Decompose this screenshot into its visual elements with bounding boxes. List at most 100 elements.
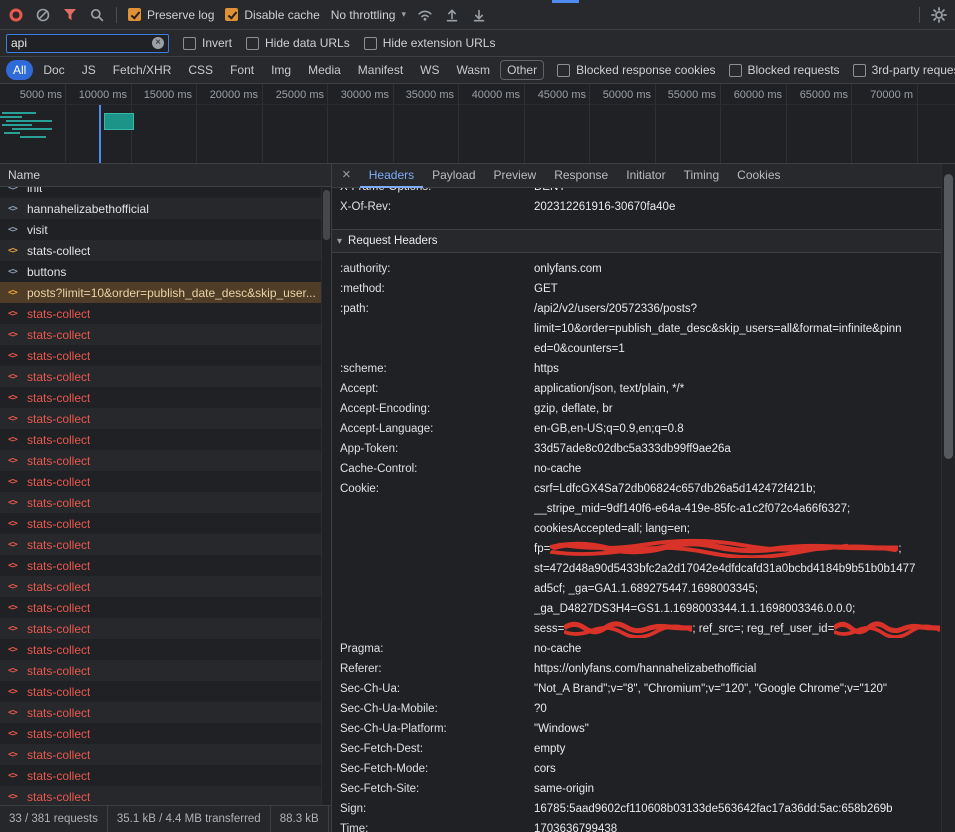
- tab-timing[interactable]: Timing: [675, 164, 729, 188]
- blocked-requests-checkbox[interactable]: Blocked requests: [729, 63, 840, 77]
- request-row[interactable]: <>visit: [0, 219, 331, 240]
- request-row[interactable]: <>stats-collect: [0, 471, 331, 492]
- scrollbar-thumb[interactable]: [323, 190, 330, 240]
- request-row[interactable]: <>stats-collect: [0, 618, 331, 639]
- network-main-area: Name <>init <>hannahelizabethofficial <>…: [0, 164, 955, 832]
- filter-icon[interactable]: [62, 7, 78, 23]
- type-filter-font[interactable]: Font: [223, 60, 261, 80]
- gear-icon[interactable]: [931, 7, 947, 23]
- request-row-selected[interactable]: <>posts?limit=10&order=publish_date_desc…: [0, 282, 331, 303]
- clear-network-log-icon[interactable]: [35, 7, 51, 23]
- type-filter-fetch-xhr[interactable]: Fetch/XHR: [106, 60, 179, 80]
- request-row[interactable]: <>hannahelizabethofficial: [0, 198, 331, 219]
- export-har-icon[interactable]: [471, 7, 487, 23]
- request-row[interactable]: <>stats-collect: [0, 366, 331, 387]
- record-icon[interactable]: [8, 7, 24, 23]
- request-row[interactable]: <>stats-collect: [0, 723, 331, 744]
- type-filter-manifest[interactable]: Manifest: [351, 60, 410, 80]
- invert-checkbox[interactable]: Invert: [183, 36, 232, 50]
- blocked-response-cookies-checkbox[interactable]: Blocked response cookies: [557, 63, 715, 77]
- request-row[interactable]: <>stats-collect: [0, 702, 331, 723]
- devtools-active-tab-indicator: [552, 0, 579, 3]
- header-name: Referer:: [332, 659, 534, 679]
- type-filter-wasm[interactable]: Wasm: [450, 60, 498, 80]
- network-filter-input[interactable]: api ×: [6, 34, 169, 53]
- request-row[interactable]: <>stats-collect: [0, 387, 331, 408]
- tab-cookies[interactable]: Cookies: [728, 164, 789, 188]
- disable-cache-label: Disable cache: [244, 8, 319, 22]
- request-row[interactable]: <>buttons: [0, 261, 331, 282]
- blocked-response-cookies-label: Blocked response cookies: [576, 63, 715, 77]
- header-name: Sec-Ch-Ua-Platform:: [332, 719, 534, 739]
- chevron-down-icon: ▾: [401, 9, 406, 20]
- header-name: Sign:: [332, 799, 534, 819]
- script-icon: <>: [8, 456, 21, 466]
- request-row[interactable]: <>stats-collect: [0, 555, 331, 576]
- waterfall-bar: [6, 120, 52, 122]
- clear-filter-icon[interactable]: ×: [152, 37, 164, 49]
- invert-label: Invert: [202, 36, 232, 50]
- header-value: 33d57ade8c02dbc5a333db99ff9ae26a: [534, 439, 941, 459]
- gridline: [196, 84, 197, 163]
- name-column-header[interactable]: Name: [0, 164, 331, 187]
- request-list-scrollbar[interactable]: [321, 188, 331, 805]
- close-icon[interactable]: ×: [336, 166, 360, 185]
- request-row[interactable]: <>stats-collect: [0, 534, 331, 555]
- script-icon: <>: [8, 187, 21, 193]
- request-row[interactable]: <>stats-collect: [0, 786, 331, 805]
- network-overview-timeline[interactable]: 5000 ms 10000 ms 15000 ms 20000 ms 25000…: [0, 84, 955, 164]
- type-filter-media[interactable]: Media: [301, 60, 348, 80]
- request-row[interactable]: <>stats-collect: [0, 345, 331, 366]
- throttling-dropdown[interactable]: No throttling ▾: [331, 8, 406, 22]
- request-row[interactable]: <>stats-collect: [0, 765, 331, 786]
- third-party-requests-checkbox[interactable]: 3rd-party requests: [853, 63, 955, 77]
- request-row[interactable]: <>stats-collect: [0, 513, 331, 534]
- detail-scrollbar[interactable]: [941, 164, 955, 832]
- hide-data-urls-checkbox[interactable]: Hide data URLs: [246, 36, 350, 50]
- type-filter-other[interactable]: Other: [500, 60, 544, 80]
- tab-initiator[interactable]: Initiator: [617, 164, 674, 188]
- tab-response[interactable]: Response: [545, 164, 617, 188]
- disable-cache-checkbox[interactable]: Disable cache: [225, 8, 319, 22]
- request-row[interactable]: <>stats-collect: [0, 639, 331, 660]
- type-filter-img[interactable]: Img: [264, 60, 298, 80]
- disclosure-triangle-icon: ▾: [337, 236, 342, 247]
- scrollbar-thumb[interactable]: [944, 174, 953, 459]
- preserve-log-checkbox[interactable]: Preserve log: [128, 8, 214, 22]
- hide-extension-urls-checkbox[interactable]: Hide extension URLs: [364, 36, 496, 50]
- request-headers-list: :authority:onlyfans.com :method:GET :pat…: [332, 253, 941, 832]
- tab-payload[interactable]: Payload: [423, 164, 484, 188]
- request-row[interactable]: <>init: [0, 187, 331, 198]
- request-row[interactable]: <>stats-collect: [0, 240, 331, 261]
- request-row[interactable]: <>stats-collect: [0, 450, 331, 471]
- request-headers-section-header[interactable]: ▾ Request Headers: [332, 229, 941, 253]
- header-name: Sec-Fetch-Mode:: [332, 759, 534, 779]
- throttling-value: No throttling: [331, 8, 396, 22]
- header-name: :method:: [332, 279, 534, 299]
- request-row[interactable]: <>stats-collect: [0, 597, 331, 618]
- waterfall-bar: [2, 124, 32, 126]
- type-filter-ws[interactable]: WS: [413, 60, 446, 80]
- tab-headers[interactable]: Headers: [360, 164, 423, 188]
- request-row[interactable]: <>stats-collect: [0, 492, 331, 513]
- type-filter-all[interactable]: All: [6, 60, 33, 80]
- header-name: Accept-Language:: [332, 419, 534, 439]
- network-conditions-icon[interactable]: [417, 7, 433, 23]
- request-row[interactable]: <>stats-collect: [0, 576, 331, 597]
- request-row[interactable]: <>stats-collect: [0, 681, 331, 702]
- type-filter-js[interactable]: JS: [75, 60, 103, 80]
- search-icon[interactable]: [89, 7, 105, 23]
- request-row[interactable]: <>stats-collect: [0, 324, 331, 345]
- request-row[interactable]: <>stats-collect: [0, 408, 331, 429]
- header-row-cookie: Cookie: csrf=LdfcGX4Sa72db06824c657db26a…: [332, 479, 941, 639]
- request-row[interactable]: <>stats-collect: [0, 429, 331, 450]
- type-filter-doc[interactable]: Doc: [36, 60, 71, 80]
- tab-preview[interactable]: Preview: [485, 164, 546, 188]
- type-filter-css[interactable]: CSS: [181, 60, 220, 80]
- request-row[interactable]: <>stats-collect: [0, 303, 331, 324]
- script-icon: <>: [8, 687, 21, 697]
- request-row[interactable]: <>stats-collect: [0, 660, 331, 681]
- checkbox-box: [729, 64, 742, 77]
- import-har-icon[interactable]: [444, 7, 460, 23]
- request-row[interactable]: <>stats-collect: [0, 744, 331, 765]
